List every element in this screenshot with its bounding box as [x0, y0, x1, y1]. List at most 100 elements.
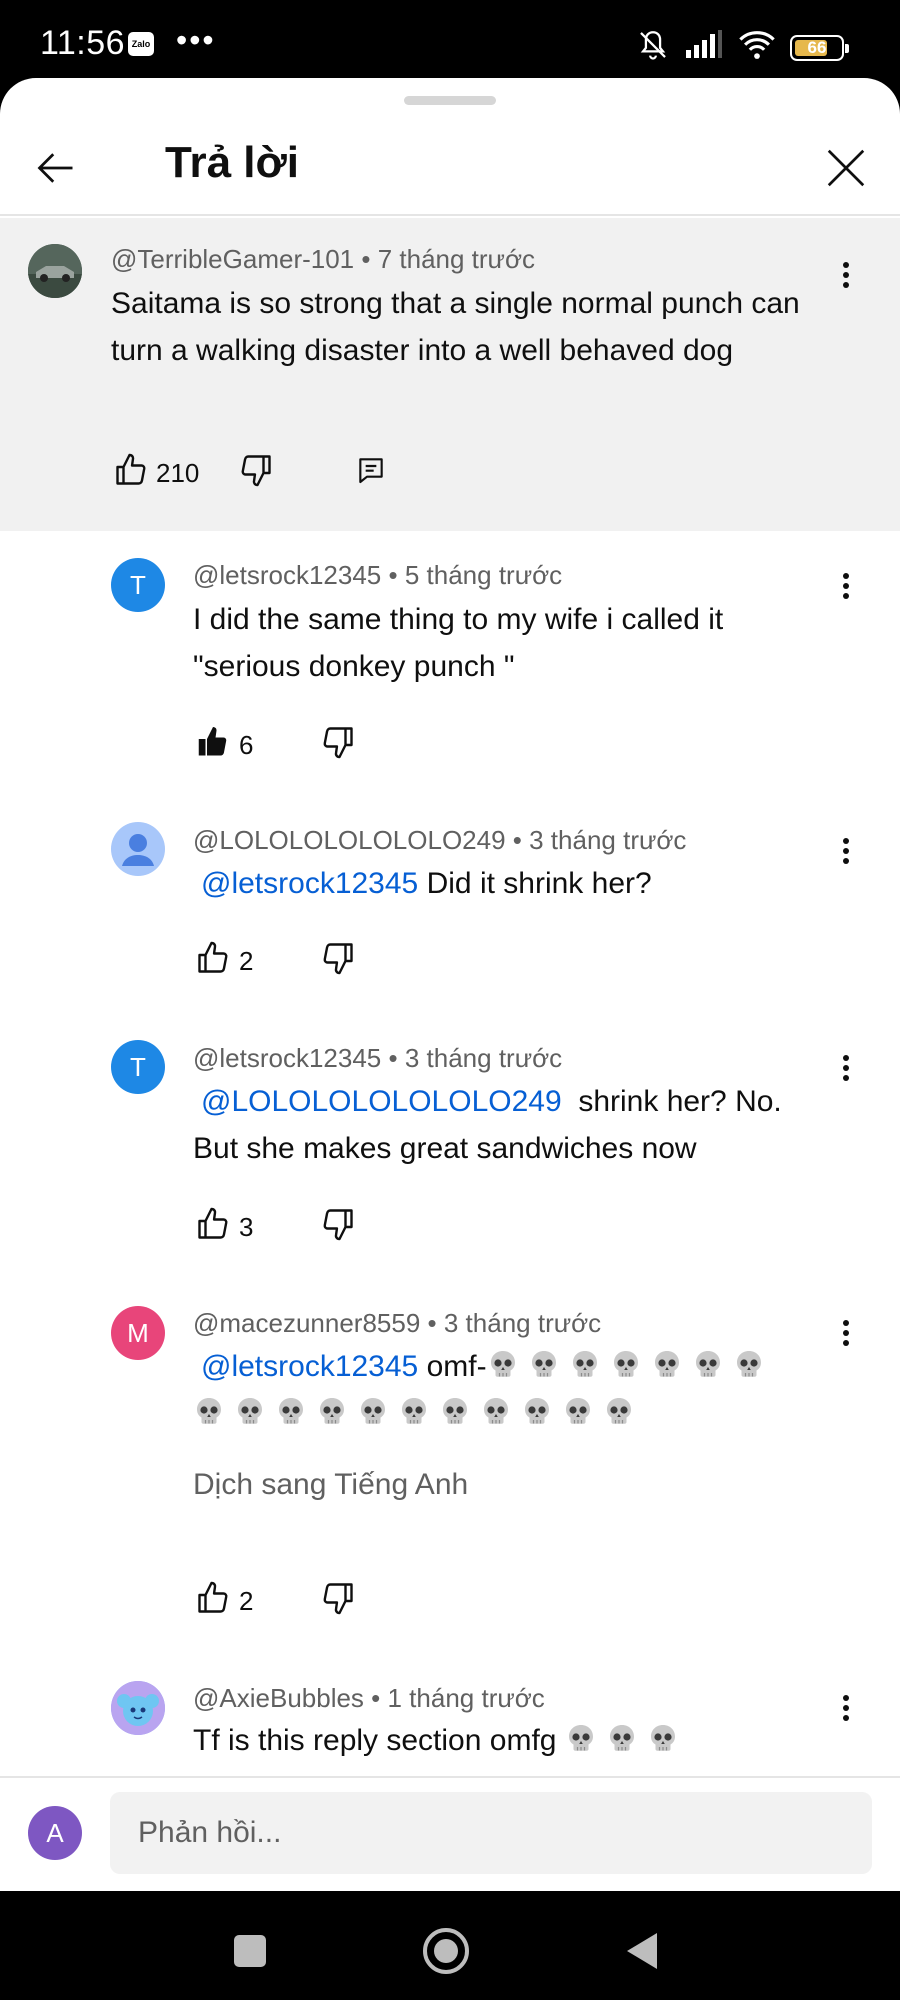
comment-author[interactable]: @macezunner8559	[193, 1308, 420, 1338]
dislike-icon	[320, 940, 356, 976]
dislike-button[interactable]	[318, 938, 358, 978]
comment-body: Tf is this reply section omfg	[193, 1724, 557, 1757]
reply-icon	[355, 454, 387, 486]
avatar-letter: T	[130, 569, 146, 600]
like-count: 6	[239, 730, 254, 760]
reply-input[interactable]	[110, 1792, 872, 1874]
more-vert-icon	[841, 836, 851, 866]
skull-emoji-row	[487, 1350, 774, 1383]
skull-emoji-icon	[234, 1395, 266, 1427]
reply-button[interactable]	[351, 450, 391, 490]
dislike-button[interactable]	[318, 1204, 358, 1244]
like-count: 2	[239, 946, 254, 976]
skull-emoji-icon	[193, 1395, 225, 1427]
status-time: 11:56	[40, 24, 126, 62]
mention-link[interactable]: @letsrock12345	[201, 1350, 418, 1383]
skull-emoji-icon	[528, 1348, 560, 1380]
mention-link[interactable]: @LOLOLOLOLOLOLO249	[201, 1085, 562, 1118]
comment-author[interactable]: @letsrock12345	[193, 560, 381, 590]
skull-emoji-icon	[562, 1395, 594, 1427]
skull-emoji-icon	[647, 1722, 679, 1754]
comment-menu-button[interactable]	[826, 1043, 866, 1093]
comment-menu-button[interactable]	[826, 826, 866, 876]
skull-emoji-icon	[521, 1395, 553, 1427]
like-button[interactable]	[193, 938, 233, 978]
avatar[interactable]	[111, 822, 165, 876]
comment-author[interactable]: @TerribleGamer-101	[111, 244, 354, 274]
translate-link[interactable]: Dịch sang Tiếng Anh	[193, 1468, 468, 1502]
meta-separator: •	[381, 1043, 405, 1073]
comment-text: @letsrock12345 Did it shrink her?	[193, 860, 803, 907]
like-icon	[195, 1580, 231, 1616]
avatar[interactable]	[28, 244, 82, 298]
avatar[interactable]: T	[111, 1040, 165, 1094]
like-button[interactable]	[111, 450, 151, 490]
like-button[interactable]	[193, 722, 233, 762]
mention-link[interactable]: @letsrock12345	[201, 867, 418, 900]
meta-separator: •	[505, 825, 530, 855]
like-button[interactable]	[193, 1204, 233, 1244]
skull-emoji-icon	[565, 1722, 597, 1754]
like-count: 3	[239, 1212, 254, 1242]
dislike-button[interactable]	[318, 1578, 358, 1618]
skull-emoji-icon	[398, 1395, 430, 1427]
comment-text: @LOLOLOLOLOLOLO249 shrink her? No. But s…	[193, 1078, 823, 1172]
comment-menu-button[interactable]	[826, 1308, 866, 1358]
status-icons: 66	[636, 28, 849, 67]
zalo-notification-icon: Zalo	[128, 32, 154, 56]
comment-time: 3 tháng trước	[443, 1308, 602, 1338]
like-button[interactable]	[193, 1578, 233, 1618]
comment-actions: 3	[193, 1204, 393, 1254]
arrow-left-icon	[37, 153, 73, 183]
skull-emoji-icon	[357, 1395, 389, 1427]
skull-emoji-icon	[275, 1395, 307, 1427]
like-icon	[195, 1206, 231, 1242]
like-icon	[113, 452, 149, 488]
comment-author[interactable]: @LOLOLOLOLOLOLO249	[193, 825, 506, 855]
comment-time: 3 tháng trước	[529, 825, 687, 855]
avatar[interactable]: M	[111, 1306, 165, 1360]
page-title: Trả lời	[165, 138, 299, 187]
comment-meta: @letsrock12345 • 5 tháng trước	[193, 560, 562, 591]
back-triangle-icon	[627, 1933, 657, 1969]
skull-emoji-icon	[610, 1348, 642, 1380]
comment-time: 5 tháng trước	[404, 560, 563, 590]
dislike-button[interactable]	[318, 722, 358, 762]
comment-menu-button[interactable]	[826, 1683, 866, 1733]
avatar[interactable]: T	[111, 558, 165, 612]
skull-emoji-icon	[603, 1395, 635, 1427]
comment-text: @letsrock12345 omf-	[193, 1343, 833, 1437]
default-user-icon	[122, 834, 154, 866]
sheet-header: Trả lời	[0, 118, 900, 216]
skull-emoji-icon	[733, 1348, 765, 1380]
comment-actions: 2	[193, 1578, 393, 1628]
reply-composer: A	[0, 1776, 900, 1891]
comment-time: 1 tháng trước	[387, 1683, 545, 1713]
battery-icon: 66	[790, 34, 849, 61]
avatar[interactable]	[111, 1681, 165, 1735]
avatar[interactable]: T	[111, 636, 165, 690]
back-button[interactable]	[28, 140, 84, 196]
recents-button[interactable]	[220, 1921, 280, 1981]
skull-emoji-row	[193, 1397, 644, 1430]
dislike-button[interactable]	[236, 450, 276, 490]
replies-sheet: Trả lời @TerribleGamer-101 • 7 tháng trư…	[0, 78, 900, 1891]
comment-author[interactable]: @AxieBubbles	[193, 1683, 364, 1713]
back-nav-button[interactable]	[612, 1921, 672, 1981]
more-vert-icon	[841, 571, 851, 601]
like-count: 2	[239, 1586, 254, 1616]
home-button[interactable]	[416, 1921, 476, 1981]
avatar-image	[28, 244, 82, 298]
dislike-icon	[320, 724, 356, 760]
close-button[interactable]	[816, 138, 876, 198]
like-filled-icon	[195, 724, 231, 760]
skull-emoji-icon	[606, 1722, 638, 1754]
comment-body: omf-	[426, 1350, 487, 1383]
comment-menu-button[interactable]	[826, 561, 866, 611]
drag-handle[interactable]	[404, 96, 496, 105]
like-icon	[195, 940, 231, 976]
comment-menu-button[interactable]	[826, 250, 866, 300]
comment-author[interactable]: @letsrock12345	[193, 1043, 381, 1073]
skull-emoji-icon	[569, 1348, 601, 1380]
comment-meta: @LOLOLOLOLOLOLO249 • 3 tháng trước	[193, 825, 686, 856]
